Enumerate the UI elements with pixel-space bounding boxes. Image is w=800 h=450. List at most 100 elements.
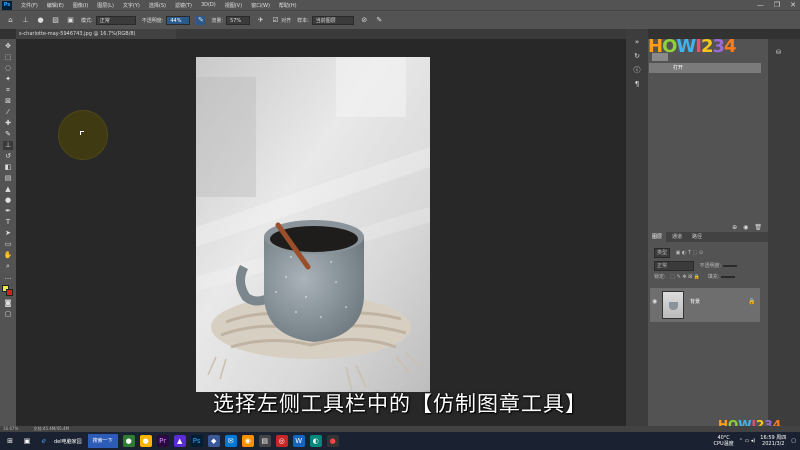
menu-filter[interactable]: 滤镜(T)	[175, 2, 192, 9]
minimize-icon[interactable]: —	[757, 1, 764, 9]
mode-select[interactable]: 正常	[95, 15, 136, 25]
new-document-from-state-icon[interactable]: ⊕	[732, 224, 737, 231]
clone-stamp-preset-icon[interactable]: ⊥	[21, 16, 30, 25]
layer-name[interactable]: 背景	[690, 298, 700, 305]
app-gray-icon[interactable]: ▤	[258, 435, 271, 447]
history-panel-icon[interactable]: ↻	[632, 51, 642, 61]
airbrush-icon[interactable]: ✈	[256, 16, 265, 25]
clone-stamp-tool-icon[interactable]: ⊥	[3, 141, 13, 150]
filter-icons[interactable]: ▣ ◐ T ⬚ ⊙	[676, 250, 703, 256]
flow-field[interactable]: 57%	[226, 15, 251, 25]
restore-icon[interactable]: ❐	[774, 1, 780, 9]
home-icon[interactable]: ⌂	[6, 16, 15, 25]
aligned-checkbox[interactable]: ☑	[271, 16, 280, 25]
background-color-swatch[interactable]	[6, 289, 13, 296]
quick-mask-icon[interactable]: ◙	[3, 299, 13, 308]
app-teal-icon[interactable]: ◐	[309, 435, 322, 447]
dodge-tool-icon[interactable]: ●	[3, 196, 13, 205]
menu-select[interactable]: 选择(S)	[149, 2, 166, 9]
zoom-level[interactable]: 16.67%	[3, 426, 18, 431]
premiere-icon[interactable]: Pr	[156, 435, 169, 447]
clone-source-icon[interactable]: ▣	[66, 16, 75, 25]
layer-opacity-field[interactable]	[722, 265, 737, 267]
type-tool-icon[interactable]: T	[3, 218, 13, 227]
collapse-panels-icon[interactable]: »	[632, 37, 642, 47]
gradient-tool-icon[interactable]: ▤	[3, 174, 13, 183]
crop-tool-icon[interactable]: ⌗	[3, 86, 13, 95]
magic-wand-tool-icon[interactable]: ✦	[3, 75, 13, 84]
app-mail-icon[interactable]: ✉	[224, 435, 237, 447]
tray-icons[interactable]: ⌃ ▭ ◂)	[739, 438, 756, 444]
info-panel-icon[interactable]: ⓘ	[632, 65, 642, 75]
opacity-field[interactable]: 44%	[166, 15, 191, 25]
move-tool-icon[interactable]: ✥	[3, 42, 13, 51]
tab-paths[interactable]: 路径	[688, 232, 706, 242]
chrome-icon[interactable]: ◎	[275, 435, 288, 447]
taskbar-search-button[interactable]: 搜索一下	[87, 434, 118, 448]
app-yellow-icon[interactable]: ●	[139, 435, 152, 447]
layer-blend-select[interactable]: 正常	[654, 261, 694, 271]
app-blue-icon[interactable]: ◆	[207, 435, 220, 447]
menu-view[interactable]: 视图(V)	[225, 2, 242, 9]
taskbar-app-label[interactable]: del电脑家园	[54, 438, 82, 445]
shape-tool-icon[interactable]: ▭	[3, 240, 13, 249]
layer-kind-filter[interactable]: 类型	[654, 248, 671, 258]
eraser-tool-icon[interactable]: ◧	[3, 163, 13, 172]
brush-tool-icon[interactable]: ✎	[3, 130, 13, 139]
blur-tool-icon[interactable]: ▲	[3, 185, 13, 194]
lock-icon[interactable]: 🔒	[748, 298, 755, 305]
clock[interactable]: 16:59 周四 2021/3/2	[760, 435, 786, 447]
marquee-tool-icon[interactable]: ⬚	[3, 53, 13, 62]
tab-channels[interactable]: 通道	[668, 232, 686, 242]
screen-mode-icon[interactable]: ▢	[3, 310, 13, 319]
cpu-temp[interactable]: 40°C CPU温度	[714, 435, 734, 447]
pressure-size-icon[interactable]: ✎	[375, 16, 384, 25]
hand-tool-icon[interactable]: ✋	[3, 251, 13, 260]
app-green-icon[interactable]: ●	[122, 435, 135, 447]
zoom-tool-icon[interactable]: ⌕	[3, 262, 13, 271]
photo-coffee-cup[interactable]	[196, 57, 430, 392]
more-tools-icon[interactable]: …	[3, 273, 13, 282]
history-item-open[interactable]: 打开	[649, 63, 761, 73]
menu-3d[interactable]: 3D(D)	[201, 2, 216, 8]
windows-start-icon[interactable]: ⊞	[4, 435, 16, 447]
frame-tool-icon[interactable]: ⊠	[3, 97, 13, 106]
menu-edit[interactable]: 编辑(E)	[47, 2, 64, 9]
sample-select[interactable]: 当前图层	[311, 15, 354, 25]
layer-fill-field[interactable]	[721, 276, 736, 278]
paragraph-panel-icon[interactable]: ¶	[632, 79, 642, 89]
recorder-icon[interactable]: ●	[326, 435, 339, 447]
path-selection-tool-icon[interactable]: ➤	[3, 229, 13, 238]
app-orange-icon[interactable]: ◉	[241, 435, 254, 447]
menu-file[interactable]: 文件(F)	[21, 2, 38, 9]
lasso-tool-icon[interactable]: ◌	[3, 64, 13, 73]
menu-window[interactable]: 窗口(W)	[251, 2, 270, 9]
camera-snapshot-icon[interactable]: ◉	[743, 224, 748, 231]
pressure-opacity-icon[interactable]: ✎	[196, 15, 206, 25]
app-purple-icon[interactable]: ▲	[173, 435, 186, 447]
menu-type[interactable]: 文字(Y)	[123, 2, 140, 9]
photoshop-taskbar-icon[interactable]: Ps	[190, 435, 203, 447]
pen-tool-icon[interactable]: ✒	[3, 207, 13, 216]
menu-layer[interactable]: 图层(L)	[97, 2, 114, 9]
ie-browser-icon[interactable]: ℯ	[38, 435, 50, 447]
notification-icon[interactable]: ▢	[791, 438, 796, 444]
healing-brush-tool-icon[interactable]: ✚	[3, 119, 13, 128]
task-view-icon[interactable]: ▣	[21, 435, 33, 447]
trash-icon[interactable]: 🗑	[754, 224, 762, 231]
lock-icons[interactable]: ⬚ ✎ ✥ ⊠ 🔒	[670, 274, 700, 280]
menu-help[interactable]: 帮助(H)	[279, 2, 297, 9]
menu-image[interactable]: 图像(I)	[73, 2, 88, 9]
document-tab[interactable]: s-charlotte-may-5946743.jpg @ 16.7%(RGB/…	[16, 29, 176, 39]
history-brush-tool-icon[interactable]: ↺	[3, 152, 13, 161]
ignore-adjustment-icon[interactable]: ⊘	[360, 16, 369, 25]
document-size[interactable]: 文档:45.4M/45.4M	[34, 426, 69, 431]
brush-settings-icon[interactable]: ▨	[51, 16, 60, 25]
visibility-eye-icon[interactable]: ◉	[652, 298, 657, 305]
close-icon[interactable]: ✕	[790, 1, 796, 9]
libraries-icon[interactable]: ⛁	[776, 49, 781, 56]
app-word-icon[interactable]: W	[292, 435, 305, 447]
tab-layers[interactable]: 图层	[648, 232, 667, 242]
eyedropper-tool-icon[interactable]: ⁄	[3, 108, 13, 117]
brush-size-icon[interactable]: ●	[36, 16, 45, 25]
